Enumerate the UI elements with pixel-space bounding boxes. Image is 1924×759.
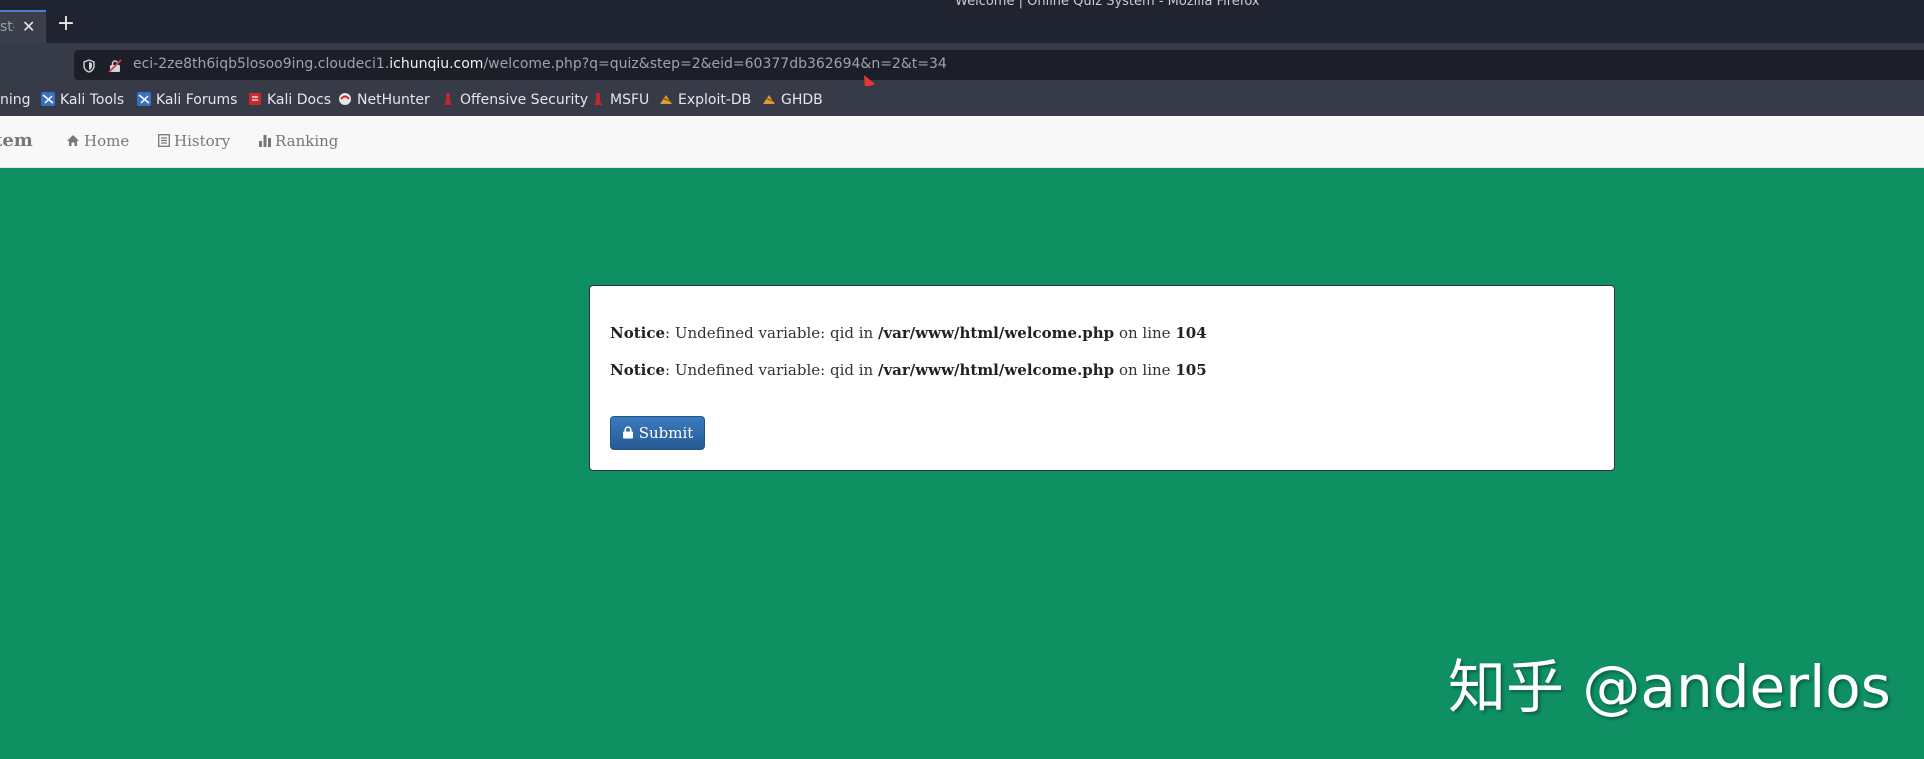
submit-label: Submit [638, 424, 694, 442]
notice-message: : Undefined variable: qid in [665, 361, 878, 379]
close-icon[interactable]: ✕ [22, 17, 35, 36]
url-prefix: eci-2ze8th6iqb5losoo9ing.cloudeci1. [133, 56, 390, 72]
bookmark-nethunter[interactable]: NetHunter [338, 92, 430, 108]
bookmark-label: GHDB [781, 92, 823, 108]
bookmark-kali-tools[interactable]: Kali Tools [41, 92, 124, 108]
docs-icon [249, 93, 261, 105]
notice-file: /var/www/html/welcome.php [877, 324, 1115, 342]
bookmark-label: NetHunter [357, 92, 430, 108]
submit-button[interactable]: Submit [610, 416, 705, 450]
notice-label: Notice [610, 324, 666, 342]
bookmark-msfu[interactable]: MSFU [591, 92, 649, 108]
kali-icon [137, 92, 151, 106]
php-notice: Notice: Undefined variable: qid in /var/… [610, 324, 1207, 342]
notice-file: /var/www/html/welcome.php [877, 361, 1115, 379]
bar-chart-icon [259, 135, 271, 147]
bookmark-kali-docs[interactable]: Kali Docs [248, 92, 331, 108]
new-tab-button[interactable]: + [55, 13, 77, 35]
shield-icon[interactable] [82, 58, 96, 77]
browser-tab[interactable]: ste ✕ [0, 10, 46, 43]
bookmark-label: MSFU [610, 92, 650, 108]
exploitdb-icon [660, 95, 672, 104]
window-title: Welcome | Online Quiz System - Mozilla F… [955, 0, 1260, 9]
notice-line-number: 104 [1175, 324, 1207, 342]
site-brand[interactable]: tem [0, 130, 33, 151]
php-notice: Notice: Undefined variable: qid in /var/… [610, 361, 1207, 379]
insecure-lock-icon[interactable] [108, 58, 122, 77]
nav-history-label: History [174, 132, 231, 150]
bookmark-ghdb[interactable]: GHDB [762, 92, 823, 108]
list-icon [158, 134, 170, 147]
nethunter-icon [339, 93, 351, 105]
nav-home-label: Home [84, 132, 130, 150]
url-text[interactable]: eci-2ze8th6iqb5losoo9ing.cloudeci1.ichun… [133, 56, 947, 72]
notice-label: Notice [610, 361, 666, 379]
bookmark-label: ning [0, 92, 31, 108]
home-icon [67, 135, 79, 146]
browser-titlebar: Welcome | Online Quiz System - Mozilla F… [0, 0, 1924, 43]
notice-line-number: 105 [1175, 361, 1207, 379]
nav-ranking-label: Ranking [275, 132, 339, 150]
offsec-icon [594, 93, 602, 105]
nav-ranking[interactable]: Ranking [259, 132, 338, 150]
lock-icon [622, 426, 633, 439]
nav-home[interactable]: Home [66, 132, 129, 150]
tab-label: ste [0, 19, 14, 35]
bookmark-label: Offensive Security [460, 92, 589, 108]
offsec-icon [444, 93, 452, 105]
bookmarks-toolbar: ning Kali Tools Kali Forums Kali Docs Ne… [0, 86, 1924, 116]
exploitdb-icon [763, 95, 775, 104]
notice-on-line: on line [1114, 361, 1176, 379]
bookmark-kali-forums[interactable]: Kali Forums [137, 92, 237, 108]
nav-history[interactable]: History [158, 132, 230, 150]
quiz-panel: Notice: Undefined variable: qid in /var/… [589, 285, 1615, 471]
kali-icon [41, 92, 55, 106]
notice-message: : Undefined variable: qid in [665, 324, 878, 342]
bookmark-learning[interactable]: ning [0, 92, 31, 108]
bookmark-label: Kali Tools [60, 92, 125, 108]
bookmark-label: Exploit-DB [678, 92, 752, 108]
url-domain: ichunqiu.com [389, 56, 484, 72]
browser-navbar: eci-2ze8th6iqb5losoo9ing.cloudeci1.ichun… [0, 43, 1924, 86]
url-path: /welcome.php?q=quiz&step=2&eid=60377db36… [483, 56, 947, 72]
bookmark-label: Kali Forums [156, 92, 238, 108]
url-bar[interactable]: eci-2ze8th6iqb5losoo9ing.cloudeci1.ichun… [74, 50, 1924, 80]
bookmark-offensive-security[interactable]: Offensive Security [441, 92, 588, 108]
site-navbar: tem Home History Ranking [0, 116, 1924, 168]
bookmark-label: Kali Docs [267, 92, 332, 108]
watermark-text: 知乎 @anderlos [1448, 653, 1891, 721]
bookmark-exploit-db[interactable]: Exploit-DB [659, 92, 751, 108]
notice-on-line: on line [1114, 324, 1176, 342]
